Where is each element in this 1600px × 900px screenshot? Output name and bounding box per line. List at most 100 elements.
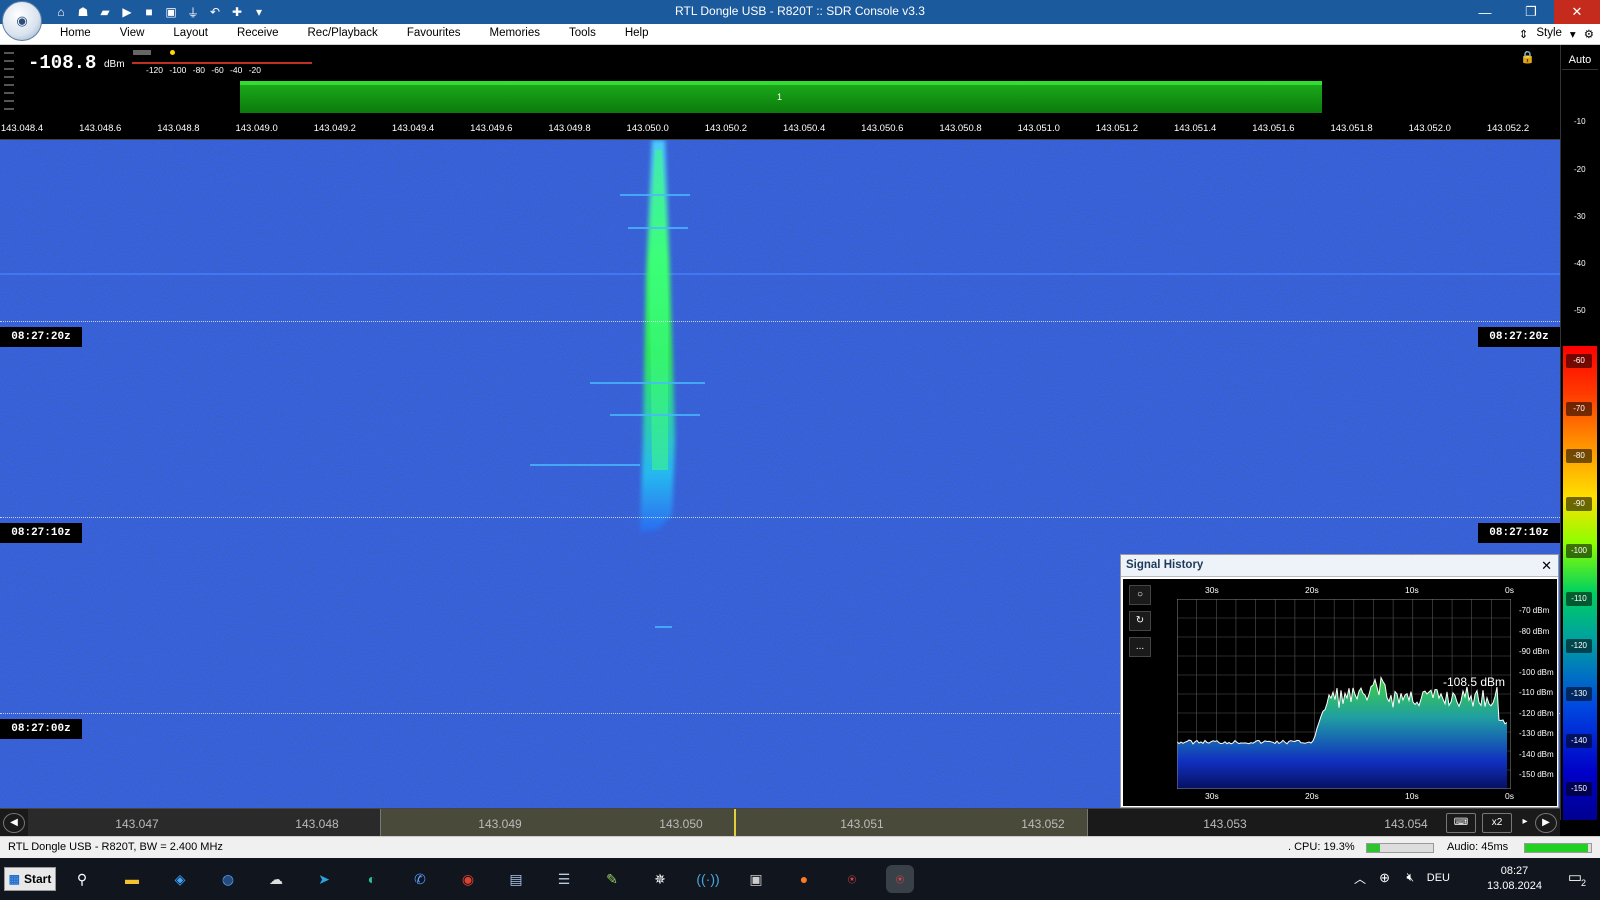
close-button[interactable]: ✕ — [1554, 0, 1600, 24]
colorbar-label: -90 — [1566, 496, 1592, 511]
menu-item[interactable]: Memories — [490, 27, 540, 39]
clock[interactable]: 08:27 13.08.2024 — [1487, 864, 1542, 894]
colorbar-label: -140 — [1566, 734, 1592, 748]
app-icon[interactable]: ◍ — [214, 865, 242, 893]
meter-peak-dot — [170, 50, 175, 55]
chat-icon[interactable]: ☰ — [550, 865, 578, 893]
colorbar-label: -100 — [1566, 544, 1592, 558]
start-button[interactable]: ▦ Start — [4, 867, 56, 891]
keyboard-icon[interactable]: ⌨ — [1446, 813, 1476, 833]
band-frequency-label: 143.054 — [1384, 817, 1428, 831]
lock-icon[interactable]: 🔒 — [1520, 50, 1535, 64]
colorbar-label: -120 — [1566, 639, 1592, 653]
menu-item[interactable]: Receive — [237, 27, 279, 39]
frequency-label: 143.050.2 — [704, 123, 748, 134]
colorbar-label: -110 — [1566, 591, 1592, 606]
minimize-button[interactable]: — — [1462, 0, 1508, 24]
signal-history-y-label: -70 dBm — [1519, 606, 1550, 615]
edge-icon[interactable]: ◐ — [358, 865, 386, 893]
window-title: RTL Dongle USB - R820T :: SDR Console v3… — [675, 4, 925, 18]
menu-item[interactable]: Layout — [173, 27, 208, 39]
cpu-meter-fill — [1367, 844, 1380, 852]
frequency-label: 143.050.0 — [626, 123, 669, 134]
spectrum-display[interactable]: -108.8 dBm -120 -100 -80 -60 -40 -20 1 — [0, 45, 1560, 151]
time-gridline — [0, 321, 1560, 322]
chrome-icon[interactable]: ◉ — [454, 865, 482, 893]
compass-icon[interactable]: ✵ — [646, 865, 674, 893]
cpu-meter — [1366, 843, 1434, 853]
menu-item[interactable]: Rec/Playback — [308, 27, 378, 39]
phone-icon[interactable]: ✆ — [406, 865, 434, 893]
settings-icon[interactable]: ⚙ — [1584, 27, 1594, 41]
frequency-label: 143.051.4 — [1174, 123, 1217, 134]
cpu-status: . CPU: 19.3% — [1288, 841, 1355, 853]
time-gridline — [0, 517, 1560, 518]
spectrum-left-ticks — [4, 52, 14, 110]
app-menu-button[interactable]: ◉ — [2, 1, 42, 41]
colorbar-label: -60 — [1566, 354, 1592, 368]
signal-level-readout: -108.8 — [28, 52, 97, 74]
network-icon[interactable]: ⊕ — [1379, 870, 1390, 886]
sdr-app-icon[interactable]: ⍟ — [838, 865, 866, 893]
telegram-icon[interactable]: ➤ — [310, 865, 338, 893]
vscode-icon[interactable]: ◈ — [166, 865, 194, 893]
restore-button[interactable]: ❐ — [1508, 0, 1554, 24]
chevron-up-icon[interactable]: ︿ — [1354, 870, 1366, 887]
menu-item[interactable]: Home — [60, 27, 91, 39]
search-icon[interactable]: ⚲ — [68, 865, 96, 893]
title-bar: ◉ ⌂ ☗ ▰ ▶ ■ ▣ ⏚ ↶ ✚ ▾ RTL Dongle USB - R… — [0, 0, 1600, 41]
time-label-bottom: 0s — [1505, 791, 1514, 801]
forward-button[interactable]: ▶ — [1535, 813, 1557, 833]
file-explorer-icon[interactable]: ▬ — [118, 865, 146, 893]
time-label-top: 10s — [1405, 585, 1419, 595]
frequency-label: 143.049.2 — [313, 123, 356, 134]
app-icon[interactable]: ☁ — [262, 865, 290, 893]
remote-desktop-icon[interactable]: ▤ — [502, 865, 530, 893]
windows-logo-icon: ▦ — [8, 872, 20, 886]
time-label-bottom: 30s — [1205, 791, 1219, 801]
frequency-label: 143.048.6 — [79, 123, 122, 134]
more-options-button[interactable]: ... — [1129, 637, 1151, 657]
chevron-down-icon: ▾ — [1569, 29, 1576, 41]
signal-history-title: Signal History — [1126, 559, 1204, 571]
meter-scale: -120 -100 -80 -60 -40 -20 — [146, 65, 261, 75]
time-marker-label: 08:27:20z — [0, 327, 82, 347]
signal-history-y-label: -90 dBm — [1519, 647, 1550, 656]
time-label-top: 20s — [1305, 585, 1319, 595]
notification-count: 2 — [1580, 878, 1586, 888]
style-label: Style — [1536, 27, 1562, 39]
reset-button[interactable]: ↻ — [1129, 611, 1151, 631]
db-scale-label: -20 — [1574, 165, 1586, 174]
menu-item[interactable]: Help — [625, 27, 649, 39]
menu-item[interactable]: View — [120, 27, 145, 39]
waterfall-colorbar[interactable] — [1563, 346, 1597, 820]
zoom-selector[interactable]: x2 — [1482, 813, 1512, 833]
frequency-label: 143.050.6 — [861, 123, 904, 134]
taskbar: ▦ Start ⚲ ▬ ◈ ◍ ☁ ➤ ◐ ✆ ◉ ▤ ☰ ✎ ✵ ((·)) … — [0, 858, 1600, 900]
band-frequency-label: 143.050 — [659, 817, 703, 831]
speaker-muted-icon[interactable]: 🔇︎ — [1406, 870, 1414, 885]
radio-icon[interactable]: ((·)) — [694, 865, 722, 893]
time-label-bottom: 10s — [1405, 791, 1419, 801]
frequency-label: 143.052.0 — [1408, 123, 1451, 134]
auto-scale-button[interactable]: Auto — [1562, 50, 1598, 70]
input-language[interactable]: DEU — [1427, 872, 1450, 884]
window-icon[interactable]: ▣ — [742, 865, 770, 893]
record-toggle-button[interactable]: ○ — [1129, 585, 1151, 605]
rewind-button[interactable]: ◀ — [3, 813, 25, 833]
notepad-icon[interactable]: ✎ — [598, 865, 626, 893]
signal-history-chart — [1177, 599, 1511, 789]
sdr-console-icon[interactable]: ⍟ — [886, 865, 914, 893]
close-icon[interactable]: ✕ — [1541, 558, 1552, 574]
band-frequency-bar[interactable]: ◀ 143.047 143.048 143.049 143.050 143.051 143… — [0, 808, 1560, 837]
db-scale-label: -50 — [1574, 306, 1586, 315]
menu-item[interactable]: Tools — [569, 27, 596, 39]
menu-item[interactable]: Favourites — [407, 27, 461, 39]
frequency-axis[interactable]: 143.048.4 143.048.6 143.048.8 143.049.0 143.… — [0, 115, 1560, 140]
firefox-icon[interactable]: ● — [790, 865, 818, 893]
style-menu[interactable]: ⇕ Style ▾ ⚙ — [1519, 27, 1594, 41]
audio-status: Audio: 45ms — [1447, 841, 1509, 853]
play-right-icon[interactable]: ▸ — [1514, 813, 1536, 833]
notification-icon[interactable]: ▭ — [1568, 868, 1582, 886]
app-logo-icon: ◉ — [16, 13, 28, 28]
